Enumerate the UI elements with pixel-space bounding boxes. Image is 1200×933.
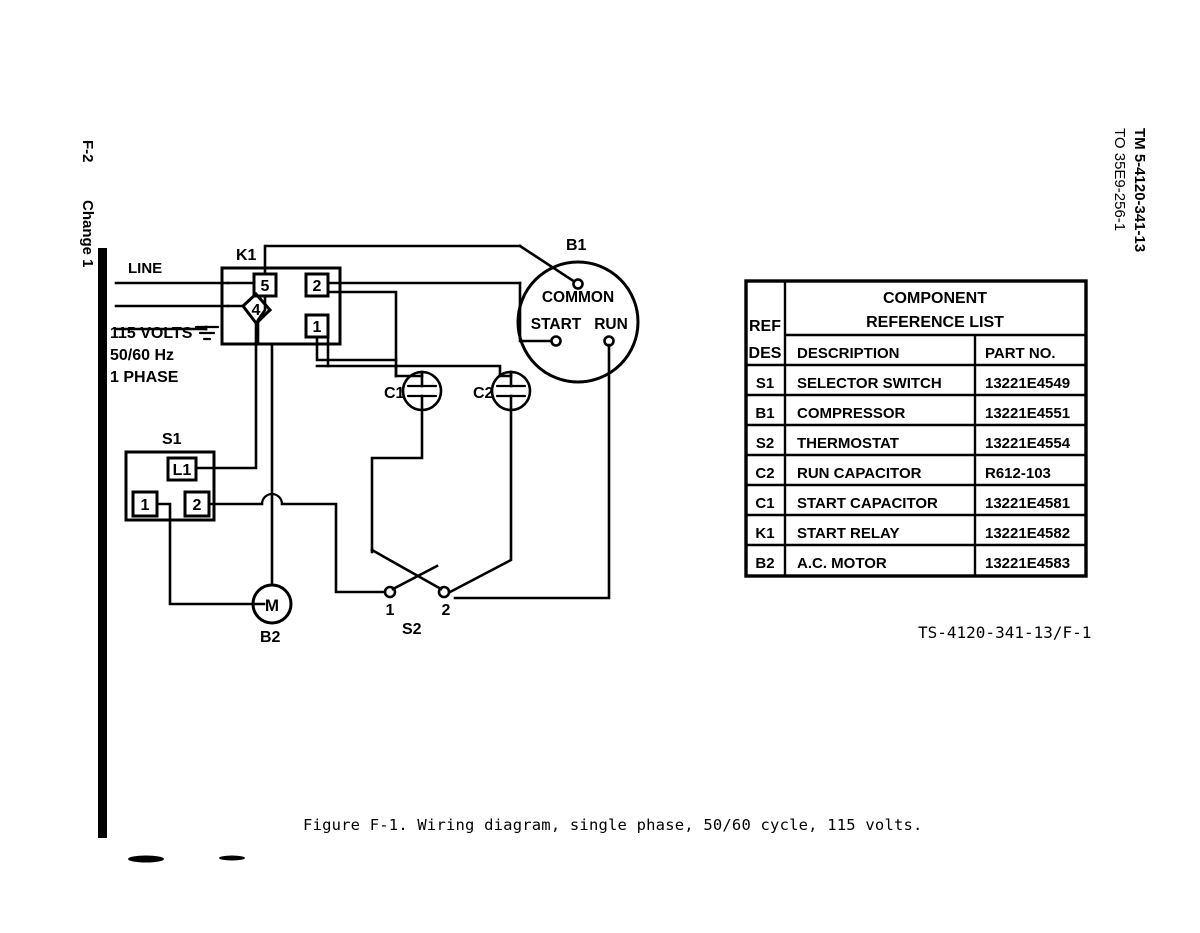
table-cell-ref: C2: [755, 465, 774, 482]
table-cell-part: 13221E4554: [985, 435, 1071, 452]
supply-frequency: 50/60 Hz: [110, 347, 174, 364]
figure-caption: Figure F-1. Wiring diagram, single phase…: [303, 816, 923, 834]
capacitor-c2[interactable]: C2: [448, 370, 532, 594]
table-cell-ref: S2: [756, 435, 774, 452]
document-page: F-2 Change 1 TM 5-4120-341-13 TO 35E9-25…: [0, 0, 1200, 933]
motor-b2-label: B2: [260, 629, 281, 646]
table-cell-description: A.C. MOTOR: [797, 555, 887, 572]
table-cell-description: COMPRESSOR: [797, 405, 906, 422]
s1-terminal-1: 1: [141, 497, 150, 514]
table-col-part-no: PART NO.: [985, 345, 1056, 362]
table-cell-description: START RELAY: [797, 525, 900, 542]
compressor-terminal-start: START: [531, 316, 582, 333]
selector-switch-s1-label: S1: [162, 431, 182, 448]
table-cell-part: R612-103: [985, 465, 1051, 482]
table-row: S2 THERMOSTAT 13221E4554: [756, 435, 1071, 452]
drawing-number: TS-4120-341-13/F-1: [918, 623, 1091, 642]
table-row: B1 COMPRESSOR 13221E4551: [755, 405, 1070, 422]
s1-terminal-l1: L1: [173, 462, 192, 479]
table-cell-description: THERMOSTAT: [797, 435, 899, 452]
capacitor-c1-label: C1: [384, 385, 405, 402]
table-cell-ref: K1: [755, 525, 774, 542]
supply-phase: 1 PHASE: [110, 369, 179, 386]
table-refdes-line2: DES: [749, 345, 782, 362]
table-row: B2 A.C. MOTOR 13221E4583: [755, 555, 1070, 572]
relay-k1[interactable]: K1 5 2 1 4: [220, 247, 342, 346]
motor-symbol: M: [265, 596, 279, 615]
supply-voltage: 115 VOLTS: [110, 325, 193, 342]
s2-terminal-1: 1: [386, 602, 395, 619]
selector-switch-s1[interactable]: S1 L1 1 2: [124, 431, 392, 606]
capacitor-c2-label: C2: [473, 385, 494, 402]
table-cell-part: 13221E4581: [985, 495, 1070, 512]
compressor-terminal-run: RUN: [594, 316, 628, 333]
compressor-terminal-common: COMMON: [542, 289, 614, 306]
thermostat-s2-label: S2: [402, 621, 422, 638]
table-cell-description: START CAPACITOR: [797, 495, 938, 512]
table-row: K1 START RELAY 13221E4582: [755, 525, 1070, 542]
relay-terminal-1: 1: [313, 319, 322, 336]
table-title-line1: COMPONENT: [883, 290, 987, 307]
table-row: C1 START CAPACITOR 13221E4581: [755, 495, 1070, 512]
table-row: S1 SELECTOR SWITCH 13221E4549: [756, 375, 1070, 392]
relay-terminal-2: 2: [313, 278, 322, 295]
table-cell-part: 13221E4582: [985, 525, 1070, 542]
table-cell-ref: C1: [755, 495, 774, 512]
thermostat-s2[interactable]: 1 2 S2: [370, 548, 451, 638]
table-title-line2: REFERENCE LIST: [866, 314, 1004, 331]
table-cell-ref: B1: [755, 405, 774, 422]
compressor-b1-label: B1: [566, 237, 587, 254]
motor-b2[interactable]: M B2: [251, 342, 293, 646]
s2-terminal-2: 2: [442, 602, 451, 619]
table-cell-part: 13221E4551: [985, 405, 1070, 422]
capacitor-c1[interactable]: C1: [370, 364, 443, 552]
relay-k1-label: K1: [236, 247, 257, 264]
s1-terminal-2: 2: [193, 497, 202, 514]
relay-terminal-5: 5: [261, 278, 270, 295]
table-row: C2 RUN CAPACITOR R612-103: [755, 465, 1050, 482]
table-col-description: DESCRIPTION: [797, 345, 900, 362]
compressor-b1[interactable]: B1 COMMON START RUN: [453, 237, 640, 600]
table-cell-description: SELECTOR SWITCH: [797, 375, 942, 392]
line-label: LINE: [128, 260, 162, 277]
table-cell-part: 13221E4583: [985, 555, 1070, 572]
table-refdes-line1: REF: [749, 318, 781, 335]
scan-artifact: [128, 855, 245, 863]
table-cell-ref: S1: [756, 375, 774, 392]
table-cell-description: RUN CAPACITOR: [797, 465, 922, 482]
table-cell-part: 13221E4549: [985, 375, 1070, 392]
wiring-diagram-sheet: LINE 115 VOLTS 50/60 Hz 1 PHASE K1 5 2 1…: [110, 237, 1091, 863]
table-cell-ref: B2: [755, 555, 774, 572]
component-reference-table: COMPONENT REFERENCE LIST REF DES DESCRIP…: [744, 279, 1088, 578]
